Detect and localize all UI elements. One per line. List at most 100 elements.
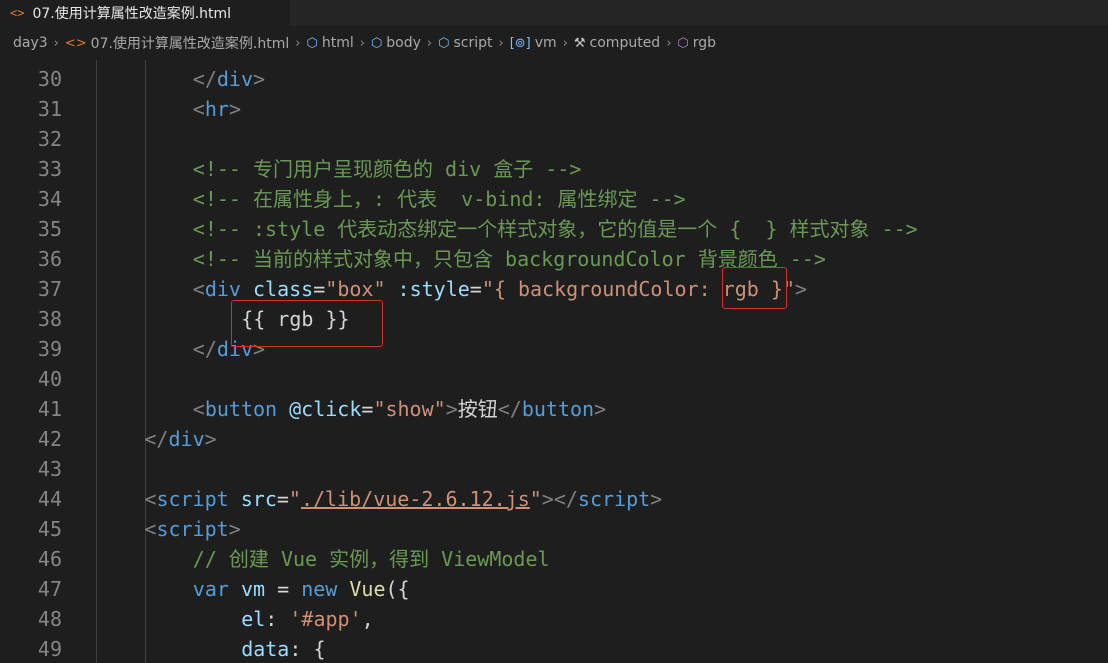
code-token: = <box>469 277 482 301</box>
breadcrumb-vm[interactable]: vm <box>535 35 557 51</box>
breadcrumb-folder[interactable]: day3 <box>13 35 48 51</box>
code-editor[interactable]: 30 </div> 31 <hr> 32 33 <!-- 专门用户呈现颜色的 div 盒子 … <box>0 60 1108 663</box>
code-line[interactable]: 32 <box>0 124 1108 154</box>
code-token: hr <box>204 97 229 121</box>
code-token: > <box>204 427 217 451</box>
code-token: </ <box>497 397 522 421</box>
code-text: data: { <box>241 634 325 663</box>
html-file-icon: <> <box>64 35 87 51</box>
code-line[interactable]: 46 // 创建 Vue 实例，得到 ViewModel <box>0 544 1108 574</box>
code-token: < <box>192 397 205 421</box>
code-token: : <box>265 607 290 631</box>
line-number: 40 <box>37 367 62 391</box>
line-number: 36 <box>37 247 62 271</box>
tab-active-file[interactable]: <> 07.使用计算属性改造案例.html <box>0 0 290 26</box>
code-text: var vm = new Vue({ <box>193 574 410 604</box>
code-token: src <box>240 487 277 511</box>
code-line[interactable]: 41 <button @click="show">按钮</button> <box>0 394 1108 424</box>
code-line[interactable]: 31 <hr> <box>0 94 1108 124</box>
line-number: 44 <box>37 487 62 511</box>
code-token: ({ <box>385 577 410 601</box>
line-number: 37 <box>37 277 62 301</box>
code-line[interactable]: 38{{ rgb }} <box>0 304 1108 334</box>
code-line[interactable]: 37 <div class="box" :style="{ backgroundC… <box>0 274 1108 304</box>
code-line[interactable]: 30 </div> <box>0 64 1108 94</box>
code-token: button <box>204 397 278 421</box>
line-number: 45 <box>37 517 62 541</box>
code-text: el: '#app', <box>241 604 373 634</box>
line-number: 39 <box>37 337 62 361</box>
code-text: // 创建 Vue 实例，得到 ViewModel <box>193 544 550 574</box>
code-token: > <box>228 97 241 121</box>
code-token: var <box>192 577 229 601</box>
code-line[interactable]: 47 var vm = new Vue({ <box>0 574 1108 604</box>
breadcrumb-body[interactable]: body <box>386 35 421 51</box>
code-token: , <box>361 607 374 631</box>
code-token: = <box>265 577 302 601</box>
line-number: 42 <box>37 427 62 451</box>
code-line[interactable]: 48 el: '#app', <box>0 604 1108 634</box>
code-token: ./lib/vue-2.6.12.js <box>300 487 530 511</box>
code-text: <!-- 专门用户呈现颜色的 div 盒子 --> <box>193 154 582 184</box>
code-token: = <box>313 277 326 301</box>
code-token: = <box>276 487 289 511</box>
code-line[interactable]: 36 <!-- 当前的样式对象中，只包含 backgroundColor 背景颜色… <box>0 244 1108 274</box>
chevron-right-icon: › <box>562 35 568 51</box>
line-number: 34 <box>37 187 62 211</box>
code-line[interactable]: 39 </div> <box>0 334 1108 364</box>
code-line[interactable]: 40 <box>0 364 1108 394</box>
code-token: div <box>204 277 241 301</box>
code-line[interactable]: 44 <script src="./lib/vue-2.6.12.js"></sc… <box>0 484 1108 514</box>
code-line[interactable]: 42 </div> <box>0 424 1108 454</box>
code-line[interactable]: 49 data: { <box>0 634 1108 663</box>
code-token: </ <box>192 337 217 361</box>
chevron-right-icon: › <box>295 35 301 51</box>
code-line[interactable]: 45 <script> <box>0 514 1108 544</box>
code-token: <!-- 在属性身上，: 代表 v-bind: 属性绑定 --> <box>192 187 686 211</box>
html-file-icon: <> <box>10 6 25 20</box>
code-line[interactable]: 34 <!-- 在属性身上，: 代表 v-bind: 属性绑定 --> <box>0 184 1108 214</box>
code-token: new <box>301 577 338 601</box>
code-token: // 创建 Vue 实例，得到 ViewModel <box>192 547 550 571</box>
code-token: > <box>650 487 663 511</box>
code-token: : { <box>289 637 326 661</box>
breadcrumb-computed[interactable]: computed <box>590 35 661 51</box>
breadcrumb: day3 › <> 07.使用计算属性改造案例.html › ⬡ html › … <box>0 26 1108 60</box>
code-text: <script src="./lib/vue-2.6.12.js"></scri… <box>144 484 662 514</box>
chevron-right-icon: › <box>666 35 672 51</box>
breadcrumb-file[interactable]: 07.使用计算属性改造案例.html <box>91 33 290 53</box>
chevron-right-icon: › <box>359 35 365 51</box>
tab-bar: <> 07.使用计算属性改造案例.html <box>0 0 1108 26</box>
line-number: 41 <box>37 397 62 421</box>
chevron-right-icon: › <box>53 35 59 51</box>
code-token: el <box>241 607 266 631</box>
highlight-box-rgb-binding <box>722 267 787 309</box>
line-number: 46 <box>37 547 62 571</box>
code-token: = <box>361 397 374 421</box>
code-line[interactable]: 43 <box>0 454 1108 484</box>
chevron-right-icon: › <box>426 35 433 51</box>
code-token: > <box>253 67 266 91</box>
code-text: </div> <box>193 64 265 94</box>
code-token: button <box>521 397 595 421</box>
breadcrumb-rgb[interactable]: rgb <box>693 35 716 51</box>
code-token: script <box>156 517 229 541</box>
line-number: 33 <box>37 157 62 181</box>
line-number: 31 <box>37 97 62 121</box>
element-icon: ⬡ <box>438 35 450 51</box>
line-number: 49 <box>37 637 62 661</box>
tab-title: 07.使用计算属性改造案例.html <box>32 6 232 22</box>
breadcrumb-html[interactable]: html <box>322 35 354 51</box>
breadcrumb-script[interactable]: script <box>453 35 492 51</box>
code-token: div <box>168 427 205 451</box>
code-token: @click <box>289 397 362 421</box>
line-number: 35 <box>37 217 62 241</box>
code-line[interactable]: 33 <!-- 专门用户呈现颜色的 div 盒子 --> <box>0 154 1108 184</box>
code-line[interactable]: 35 <!-- :style 代表动态绑定一个样式对象，它的值是一个 { } 样式… <box>0 214 1108 244</box>
code-token: ></ <box>541 487 578 511</box>
code-token: script <box>156 487 229 511</box>
